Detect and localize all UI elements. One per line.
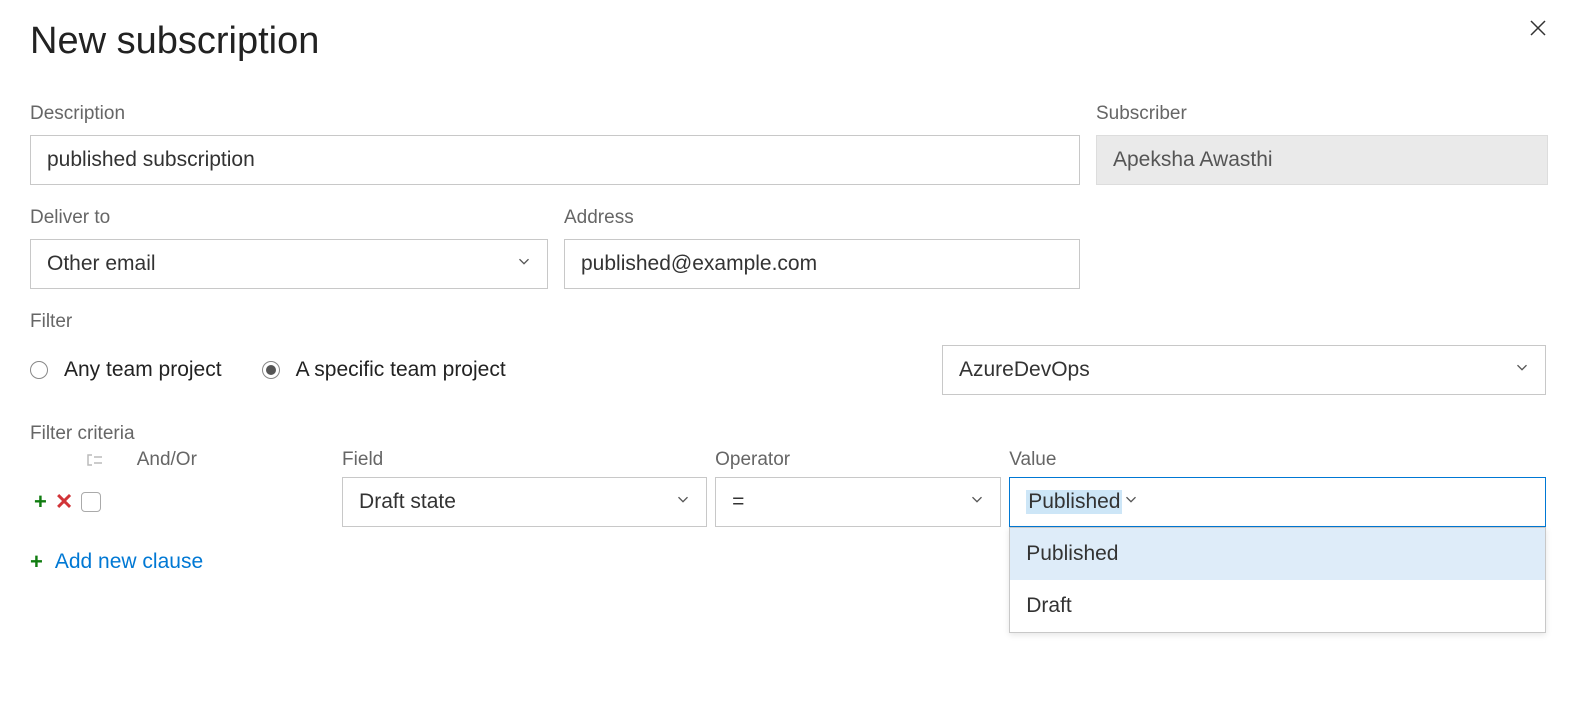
header-field: Field	[342, 449, 383, 470]
plus-icon: +	[30, 549, 43, 575]
field-select[interactable]: Draft state	[342, 477, 707, 527]
project-select[interactable]: AzureDevOps	[942, 345, 1546, 395]
remove-clause-icon[interactable]: ✕	[55, 489, 73, 515]
address-input[interactable]	[564, 239, 1080, 289]
chevron-down-icon	[1513, 358, 1531, 382]
header-andor: And/Or	[137, 449, 197, 470]
add-clause-icon[interactable]: +	[34, 489, 47, 515]
deliver-to-label: Deliver to	[30, 207, 548, 229]
field-value: Draft state	[359, 490, 456, 514]
deliver-to-select[interactable]: Other email	[30, 239, 548, 289]
chevron-down-icon	[674, 490, 692, 514]
subscriber-value: Apeksha Awasthi	[1113, 148, 1273, 172]
chevron-down-icon	[968, 490, 986, 514]
address-label: Address	[564, 207, 1080, 229]
deliver-to-value: Other email	[47, 252, 156, 276]
subscriber-label: Subscriber	[1096, 103, 1548, 125]
operator-select[interactable]: =	[715, 477, 1001, 527]
close-button[interactable]	[1528, 18, 1548, 44]
filter-label: Filter	[30, 311, 72, 332]
description-input[interactable]	[30, 135, 1080, 185]
header-value: Value	[1009, 449, 1056, 470]
description-label: Description	[30, 103, 1080, 125]
value-option-published[interactable]: Published	[1010, 528, 1545, 580]
add-new-clause-label: Add new clause	[55, 550, 203, 574]
value-select[interactable]: Published	[1009, 477, 1546, 527]
value-option-draft[interactable]: Draft	[1010, 580, 1545, 632]
chevron-down-icon	[1122, 490, 1140, 514]
value-selected: Published	[1026, 490, 1122, 514]
subscriber-field: Apeksha Awasthi	[1096, 135, 1548, 185]
radio-specific-project[interactable]	[262, 361, 280, 379]
chevron-down-icon	[515, 252, 533, 276]
group-clause-icon	[86, 452, 106, 468]
filter-criteria-label: Filter criteria	[30, 423, 135, 444]
radio-any-label: Any team project	[64, 358, 222, 382]
radio-any-project[interactable]	[30, 361, 48, 379]
dialog-title: New subscription	[30, 20, 1546, 63]
radio-specific-label: A specific team project	[296, 358, 506, 382]
project-value: AzureDevOps	[959, 358, 1090, 382]
operator-value: =	[732, 490, 744, 514]
header-operator: Operator	[715, 449, 790, 470]
value-dropdown: Published Draft	[1009, 527, 1546, 633]
clause-checkbox[interactable]	[81, 492, 101, 512]
